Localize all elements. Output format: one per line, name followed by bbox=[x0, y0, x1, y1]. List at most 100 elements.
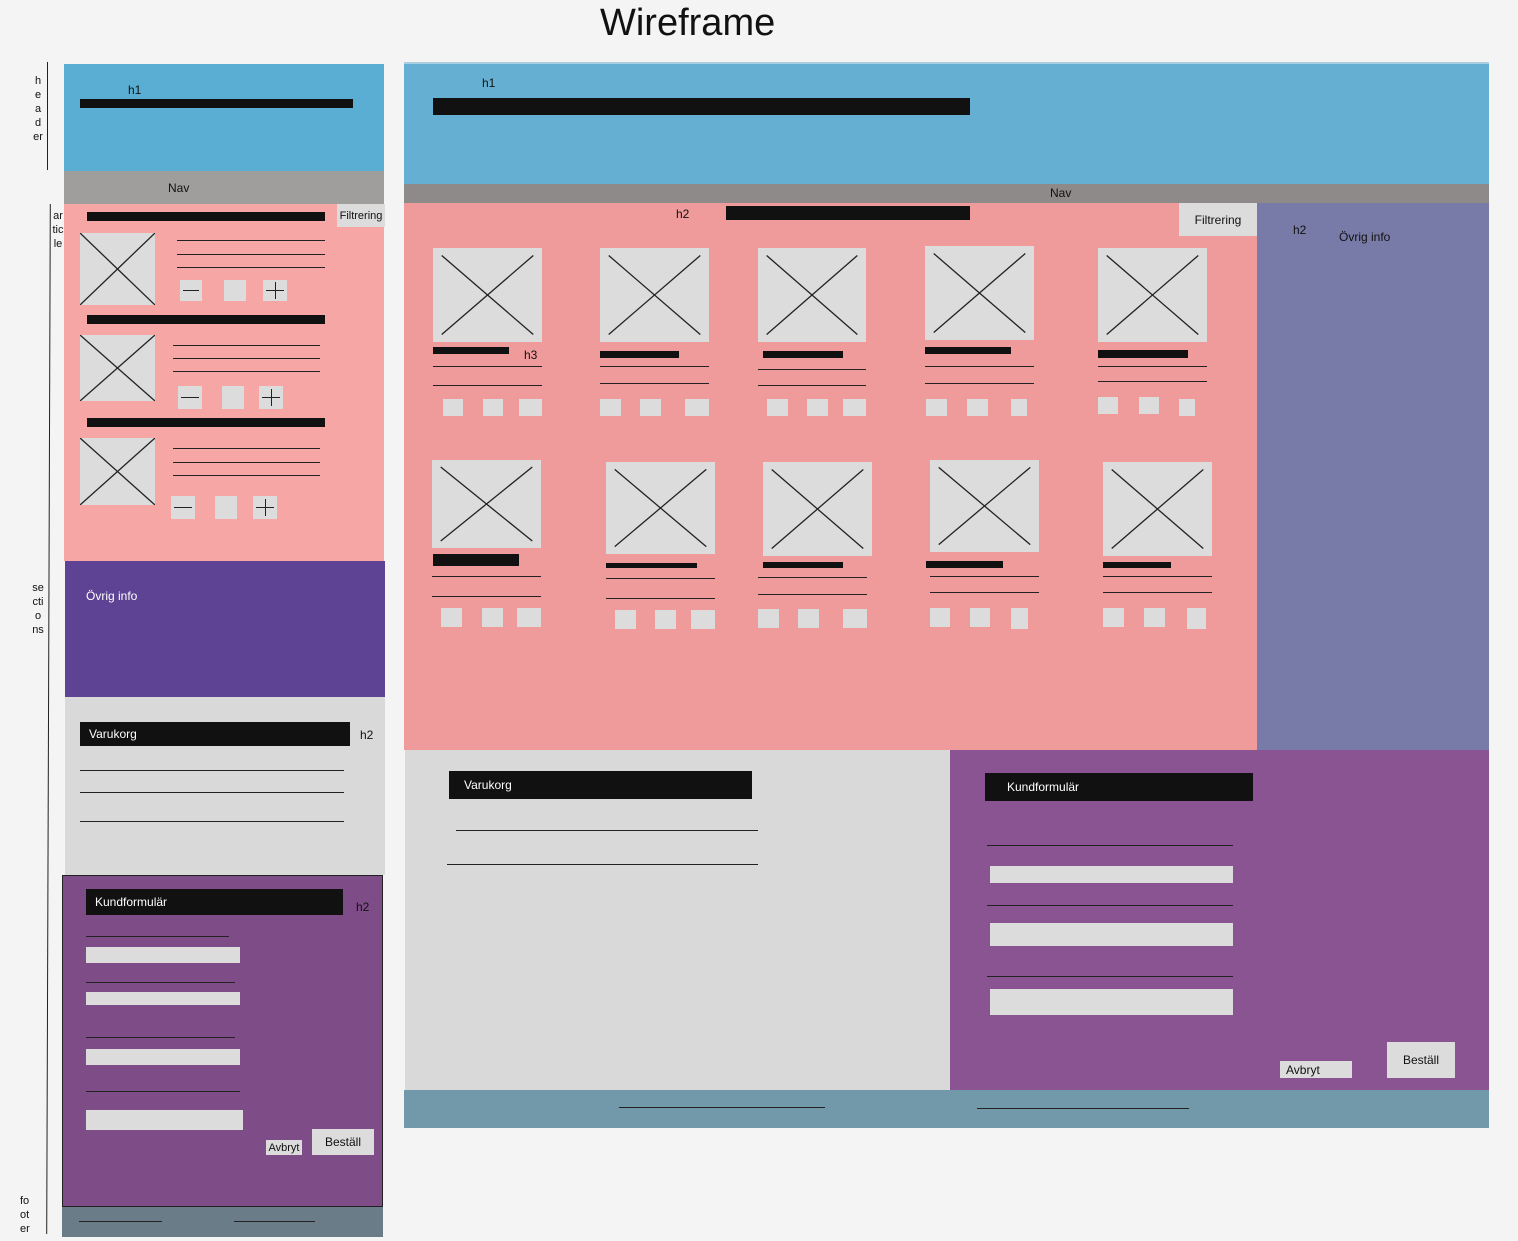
minus-button[interactable] bbox=[171, 496, 195, 519]
form-label-line bbox=[86, 1091, 240, 1092]
card-control[interactable] bbox=[443, 399, 463, 416]
mobile-filter-button[interactable]: Filtrering bbox=[337, 204, 385, 227]
card-control[interactable] bbox=[758, 609, 779, 628]
text-line bbox=[606, 578, 715, 579]
image-placeholder bbox=[758, 248, 866, 342]
card-control[interactable] bbox=[1011, 608, 1028, 629]
card-control[interactable] bbox=[1187, 608, 1206, 629]
card-control[interactable] bbox=[1139, 397, 1159, 414]
product-title-bar bbox=[600, 351, 679, 358]
desktop-h1-bar bbox=[433, 98, 970, 115]
desktop-ovrig-info-label: Övrig info bbox=[1339, 230, 1391, 244]
card-control[interactable] bbox=[1144, 608, 1165, 627]
card-control[interactable] bbox=[767, 399, 788, 416]
card-control[interactable] bbox=[926, 399, 947, 416]
header-bracket bbox=[47, 62, 48, 170]
mobile-h1-label: h1 bbox=[128, 83, 142, 97]
article-title-bar bbox=[87, 315, 325, 324]
form-input[interactable] bbox=[86, 992, 240, 1005]
text-line bbox=[606, 598, 715, 599]
text-line bbox=[930, 592, 1039, 593]
desktop-varukorg: Varukorg bbox=[405, 750, 950, 1090]
form-label-line bbox=[86, 1037, 235, 1038]
text-line bbox=[600, 383, 709, 384]
card-control[interactable] bbox=[843, 399, 866, 416]
text-line bbox=[177, 254, 325, 255]
card-control[interactable] bbox=[1103, 608, 1124, 627]
mobile-ovrig-info: Övrig info bbox=[65, 561, 385, 697]
card-control[interactable] bbox=[967, 399, 988, 416]
quantity-box[interactable] bbox=[224, 280, 246, 301]
text-line bbox=[1098, 381, 1207, 382]
card-control[interactable] bbox=[970, 608, 990, 627]
text-line bbox=[173, 358, 320, 359]
card-control[interactable] bbox=[441, 608, 462, 627]
product-title-bar bbox=[1098, 350, 1188, 358]
card-control[interactable] bbox=[930, 608, 950, 627]
image-placeholder bbox=[1098, 248, 1207, 342]
plus-button[interactable] bbox=[259, 386, 283, 409]
text-line bbox=[173, 475, 320, 476]
mobile-header: h1 bbox=[64, 64, 384, 171]
form-input[interactable] bbox=[990, 923, 1233, 946]
text-line bbox=[1103, 576, 1212, 577]
minus-button[interactable] bbox=[178, 386, 202, 409]
desktop-cancel-button[interactable]: Avbryt bbox=[1280, 1061, 1352, 1078]
card-control[interactable] bbox=[517, 608, 541, 627]
card-control[interactable] bbox=[640, 399, 661, 416]
form-input[interactable] bbox=[990, 866, 1233, 883]
desktop-h3-label: h3 bbox=[524, 348, 538, 362]
mobile-article-section: Filtrering bbox=[64, 204, 385, 561]
card-control[interactable] bbox=[691, 610, 715, 629]
plus-button[interactable] bbox=[253, 496, 277, 519]
card-control[interactable] bbox=[807, 399, 828, 416]
card-control[interactable] bbox=[615, 610, 636, 629]
image-placeholder bbox=[1103, 462, 1212, 556]
plus-button[interactable] bbox=[263, 280, 287, 301]
card-control[interactable] bbox=[600, 399, 621, 416]
form-input[interactable] bbox=[86, 1049, 240, 1065]
desktop-h2-label: h2 bbox=[676, 207, 690, 221]
footer-label-part: ot bbox=[20, 1209, 30, 1221]
card-control[interactable] bbox=[685, 399, 709, 416]
card-control[interactable] bbox=[798, 609, 819, 628]
product-title-bar bbox=[433, 554, 519, 566]
form-input[interactable] bbox=[990, 989, 1233, 1015]
text-line bbox=[1103, 592, 1212, 593]
footer-line bbox=[79, 1221, 162, 1222]
text-line bbox=[433, 366, 542, 367]
mobile-varukorg-h2: h2 bbox=[360, 728, 374, 742]
text-line bbox=[173, 448, 320, 449]
image-placeholder bbox=[930, 460, 1039, 552]
card-control[interactable] bbox=[483, 399, 503, 416]
form-label-line bbox=[86, 982, 235, 983]
mobile-order-button[interactable]: Beställ bbox=[312, 1129, 374, 1155]
sections-bracket bbox=[46, 204, 51, 1234]
form-input[interactable] bbox=[86, 1110, 243, 1130]
desktop-filter-button[interactable]: Filtrering bbox=[1179, 203, 1257, 236]
form-label-line bbox=[86, 936, 229, 937]
card-control[interactable] bbox=[1098, 397, 1118, 414]
text-line bbox=[758, 577, 867, 578]
desktop-order-button[interactable]: Beställ bbox=[1387, 1042, 1455, 1078]
desktop-ovrig-info: h2 Övrig info bbox=[1257, 203, 1489, 750]
card-control[interactable] bbox=[482, 608, 503, 627]
card-control[interactable] bbox=[1179, 399, 1195, 416]
card-control[interactable] bbox=[1011, 399, 1027, 416]
quantity-box[interactable] bbox=[222, 386, 244, 409]
mobile-varukorg: Varukorg h2 bbox=[65, 697, 385, 875]
card-control[interactable] bbox=[519, 399, 542, 416]
card-control[interactable] bbox=[843, 609, 867, 628]
quantity-box[interactable] bbox=[215, 496, 237, 519]
text-line bbox=[432, 576, 541, 577]
image-placeholder bbox=[600, 248, 709, 342]
text-line bbox=[173, 371, 320, 372]
form-input[interactable] bbox=[86, 947, 240, 963]
cart-line bbox=[80, 770, 344, 771]
mobile-cancel-button[interactable]: Avbryt bbox=[266, 1140, 302, 1155]
minus-button[interactable] bbox=[180, 280, 202, 301]
card-control[interactable] bbox=[655, 610, 676, 629]
desktop-varukorg-header: Varukorg bbox=[449, 771, 752, 799]
side-label-article: article bbox=[52, 210, 64, 250]
desktop-aside-h2: h2 bbox=[1293, 223, 1307, 237]
